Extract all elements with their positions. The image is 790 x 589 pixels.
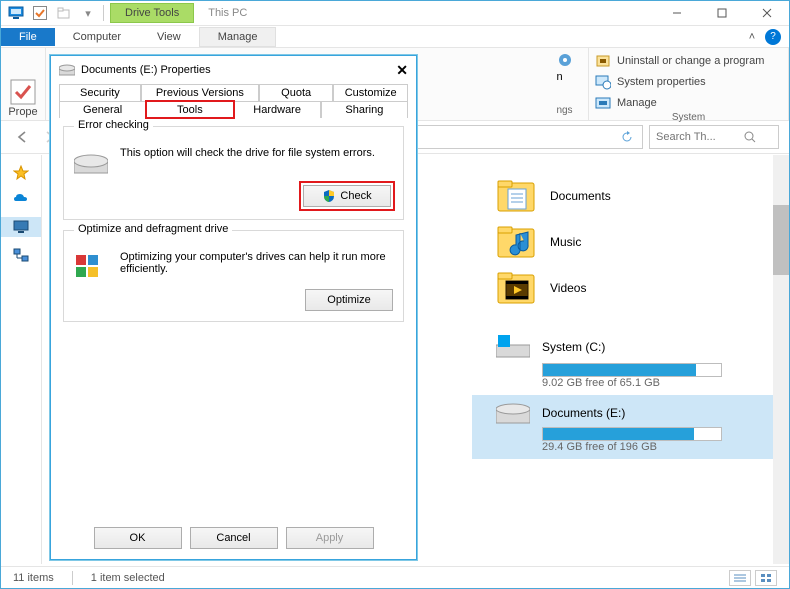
ribbon-collapse-icon[interactable]: ˄ (739, 31, 765, 43)
dialog-footer: OK Cancel Apply (51, 527, 416, 549)
ribbon-tab-file[interactable]: File (1, 28, 55, 46)
search-icon[interactable] (744, 131, 756, 143)
ok-button[interactable]: OK (94, 527, 182, 549)
music-folder-icon (496, 223, 536, 261)
contextual-tab-drive-tools[interactable]: Drive Tools (110, 3, 194, 23)
vertical-scrollbar[interactable] (773, 155, 789, 564)
dialog-tabs: Security Previous Versions Quota Customi… (51, 84, 416, 118)
onedrive-icon[interactable] (13, 191, 29, 207)
new-folder-qat-icon[interactable] (55, 4, 73, 22)
error-checking-group: Error checking This option will check th… (63, 126, 404, 220)
close-button[interactable] (744, 3, 789, 23)
ribbon-group-system: Uninstall or change a program System pro… (589, 48, 789, 120)
nav-pane[interactable] (1, 155, 42, 564)
favorites-star-icon[interactable] (13, 165, 29, 181)
uninstall-label: Uninstall or change a program (617, 55, 764, 67)
refresh-icon[interactable] (616, 126, 638, 148)
group-system-caption: System (672, 112, 705, 123)
folder-icon (496, 177, 536, 215)
back-button[interactable] (11, 126, 33, 148)
drive-name: System (C:) (542, 340, 605, 354)
folder-item-videos[interactable]: Videos (472, 265, 789, 311)
sys-props-label: System properties (617, 76, 706, 88)
error-checking-desc: This option will check the drive for fil… (120, 147, 393, 159)
apply-button[interactable]: Apply (286, 527, 374, 549)
cancel-button[interactable]: Cancel (190, 527, 278, 549)
ribbon-group-properties[interactable]: Prope (1, 48, 46, 120)
status-bar: 11 items 1 item selected (1, 566, 789, 588)
dialog-close-button[interactable]: ✕ (396, 62, 408, 79)
this-pc-icon[interactable] (1, 217, 41, 237)
folder-label: Documents (550, 189, 611, 203)
quick-access-toolbar: ▾ (1, 4, 110, 22)
disk-drive-icon (496, 401, 530, 425)
qat-dropdown-icon[interactable]: ▾ (79, 4, 97, 22)
uninstall-program-button[interactable]: Uninstall or change a program (595, 52, 764, 70)
gear-icon[interactable] (557, 52, 573, 68)
tab-sharing[interactable]: Sharing (321, 101, 408, 118)
tab-quota[interactable]: Quota (259, 84, 334, 101)
maximize-button[interactable] (699, 3, 744, 23)
dialog-title: Documents (E:) Properties (81, 64, 211, 76)
system-properties-button[interactable]: System properties (595, 73, 706, 91)
optimize-group: Optimize and defragment drive Optimizing… (63, 230, 404, 322)
help-icon[interactable]: ? (765, 29, 781, 45)
view-icons-button[interactable] (755, 570, 777, 586)
folder-item-music[interactable]: Music (472, 219, 789, 265)
defrag-icon (74, 251, 108, 281)
explorer-window: ▾ Drive Tools This PC File Computer View… (0, 0, 790, 589)
search-input[interactable] (654, 130, 744, 144)
drive-name: Documents (E:) (542, 406, 625, 420)
ribbon-tabs: File Computer View Manage ˄ ? (1, 26, 789, 48)
network-icon[interactable] (13, 247, 29, 263)
properties-dialog: Documents (E:) Properties ✕ Security Pre… (50, 55, 417, 560)
tab-previous-versions[interactable]: Previous Versions (141, 84, 259, 101)
folder-item-documents[interactable]: Documents (472, 173, 789, 219)
optimize-legend: Optimize and defragment drive (74, 223, 232, 235)
n-label: n (557, 71, 563, 83)
item-count: 11 items (13, 572, 54, 584)
drive-usage-bar (542, 363, 722, 377)
manage-label: Manage (617, 97, 657, 109)
ribbon-group-truncated: n ngs (541, 48, 589, 120)
tab-customize[interactable]: Customize (333, 84, 408, 101)
ribbon-properties-label: Prope (8, 106, 37, 118)
uac-shield-icon (322, 189, 336, 203)
tab-security[interactable]: Security (59, 84, 141, 101)
minimize-button[interactable] (654, 3, 699, 23)
drive-usage-bar (542, 427, 722, 441)
view-details-button[interactable] (729, 570, 751, 586)
error-checking-legend: Error checking (74, 119, 153, 131)
drive-free-text: 9.02 GB free of 65.1 GB (542, 377, 765, 389)
properties-icon (9, 78, 37, 106)
selection-count: 1 item selected (91, 572, 165, 584)
drive-item-e[interactable]: Documents (E:) 29.4 GB free of 196 GB (472, 395, 789, 459)
tab-tools[interactable]: Tools (146, 101, 233, 118)
folder-label: Videos (550, 281, 586, 295)
drive-item-c[interactable]: System (C:) 9.02 GB free of 65.1 GB (472, 329, 789, 395)
manage-button[interactable]: Manage (595, 94, 657, 112)
pc-icon[interactable] (7, 4, 25, 22)
ngs-caption: ngs (556, 105, 572, 116)
folder-label: Music (550, 235, 581, 249)
videos-folder-icon (496, 269, 536, 307)
ribbon-tab-manage[interactable]: Manage (199, 27, 277, 47)
tab-general[interactable]: General (59, 101, 146, 118)
ribbon-tab-view[interactable]: View (139, 28, 199, 46)
search-box[interactable] (649, 125, 779, 149)
windows-drive-icon (496, 335, 530, 359)
check-button[interactable]: Check (303, 185, 391, 207)
ribbon-tab-computer[interactable]: Computer (55, 28, 139, 46)
check-button-label: Check (340, 190, 371, 202)
dialog-title-bar[interactable]: Documents (E:) Properties ✕ (51, 56, 416, 84)
properties-qat-icon[interactable] (31, 4, 49, 22)
optimize-button[interactable]: Optimize (305, 289, 393, 311)
title-bar: ▾ Drive Tools This PC (1, 1, 789, 26)
optimize-desc: Optimizing your computer's drives can he… (120, 251, 393, 275)
drive-check-icon (74, 147, 108, 175)
drive-free-text: 29.4 GB free of 196 GB (542, 441, 765, 453)
window-title: This PC (194, 4, 261, 22)
tab-hardware[interactable]: Hardware (234, 101, 321, 118)
drive-mini-icon (59, 64, 75, 76)
